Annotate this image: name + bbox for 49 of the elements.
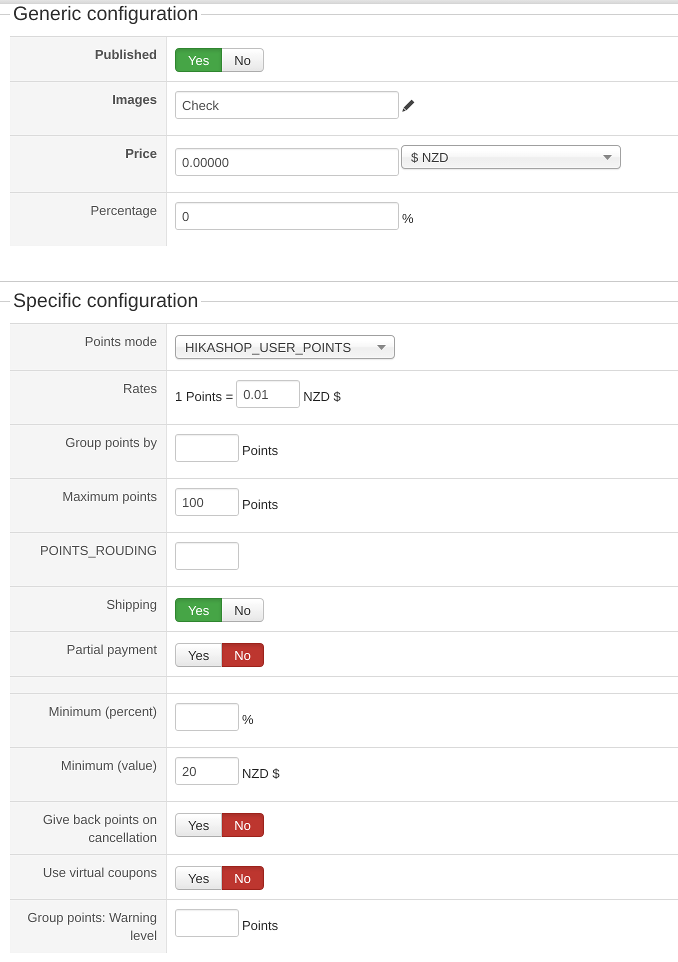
toggle-button[interactable]: Yes	[175, 866, 222, 890]
text-field[interactable]	[175, 542, 239, 570]
field-label: Price	[125, 146, 157, 161]
field-label: Published	[94, 47, 157, 62]
toggle-button[interactable]: Yes	[175, 813, 222, 837]
toggle-button[interactable]: No	[222, 813, 264, 837]
text-field[interactable]: 0	[175, 202, 399, 230]
field-label: Partial payment	[66, 642, 157, 657]
text-field[interactable]	[175, 434, 239, 462]
text-field[interactable]: 0.01	[236, 380, 300, 408]
toggle-button[interactable]: No	[222, 598, 264, 622]
text-field[interactable]: Check	[175, 91, 399, 119]
unit-label: NZD $	[303, 388, 341, 404]
field-label: Points mode	[84, 334, 157, 349]
field-label: Use virtual coupons	[42, 865, 157, 880]
rate-label: 1 Points =	[175, 388, 234, 404]
pencil-icon[interactable]	[402, 98, 415, 112]
dropdown[interactable]: HIKASHOP_USER_POINTS	[175, 335, 395, 359]
caret-icon	[603, 154, 612, 160]
dropdown[interactable]: $ NZD	[401, 145, 621, 169]
text-field[interactable]	[175, 909, 239, 937]
field-label: Maximum points	[62, 489, 157, 504]
toggle-button[interactable]: No	[222, 643, 264, 667]
caret-icon	[377, 344, 386, 350]
text-field[interactable]	[175, 703, 239, 731]
unit-label: NZD $	[242, 764, 280, 782]
field-label: POINTS_ROUDING	[40, 543, 157, 558]
field-label: Group points: Warning level	[27, 910, 157, 943]
text-field[interactable]: 100	[175, 488, 239, 516]
unit-label: Points	[242, 496, 278, 512]
section-title: Generic configuration	[12, 4, 200, 24]
field-label: Shipping	[106, 597, 157, 612]
section-title: Specific configuration	[12, 291, 200, 311]
unit-label: Points	[242, 916, 278, 934]
toggle-button[interactable]: Yes	[175, 643, 222, 667]
field-label: Group points by	[65, 435, 157, 450]
toggle-button[interactable]: No	[222, 48, 264, 72]
unit-label: %	[402, 210, 414, 226]
text-field[interactable]: 20	[175, 757, 239, 785]
field-label: Minimum (percent)	[48, 704, 157, 719]
toggle-button[interactable]: No	[222, 866, 264, 890]
field-label: Images	[112, 92, 157, 107]
field-label: Minimum (value)	[60, 758, 157, 773]
field-label: Give back points on cancellation	[42, 812, 157, 845]
field-label: Rates	[123, 381, 157, 396]
unit-label: %	[242, 710, 254, 728]
unit-label: Points	[242, 442, 278, 458]
text-field[interactable]: 0.00000	[175, 148, 399, 176]
field-label: Percentage	[90, 203, 157, 218]
